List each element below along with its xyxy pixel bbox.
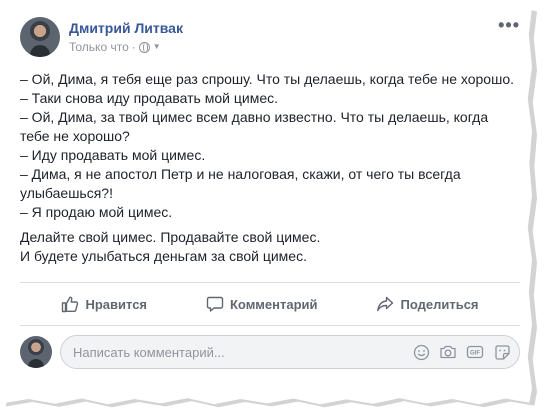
- meta-separator: ·: [131, 40, 136, 54]
- thumbs-up-icon: [62, 296, 79, 313]
- post-line: – Дима, я не апостол Петр и не налоговая…: [20, 166, 461, 201]
- gif-icon[interactable]: GIF: [466, 343, 484, 361]
- author-name[interactable]: Дмитрий Литвак: [69, 20, 183, 37]
- svg-text:GIF: GIF: [470, 351, 480, 357]
- share-icon: [377, 296, 394, 312]
- comment-button[interactable]: Комментарий: [206, 295, 318, 313]
- share-label: Поделиться: [400, 296, 479, 312]
- emoji-icon[interactable]: [412, 343, 430, 361]
- post-header: Дмитрий Литвак Только что · ▼ •••: [20, 14, 520, 60]
- post-card: Дмитрий Литвак Только что · ▼ ••• – Ой, …: [2, 2, 532, 405]
- like-label: Нравится: [85, 296, 148, 312]
- post-line: – Таки снова иду продавать мой цимес.: [20, 90, 278, 106]
- comment-composer: GIF: [20, 335, 520, 369]
- sticker-icon[interactable]: [493, 343, 511, 361]
- post-line: – Ой, Дима, за твой цимес всем давно изв…: [20, 109, 489, 144]
- comment-input[interactable]: [73, 344, 403, 360]
- caret-down-icon[interactable]: ▼: [153, 40, 161, 54]
- comment-label: Комментарий: [229, 296, 318, 312]
- post-time[interactable]: Только что: [69, 40, 129, 54]
- post-header-text: Дмитрий Литвак Только что · ▼: [69, 20, 183, 54]
- like-button[interactable]: Нравится: [61, 295, 147, 313]
- comment-icon: [206, 296, 224, 312]
- user-avatar[interactable]: [20, 336, 52, 368]
- facebook-post: Дмитрий Литвак Только что · ▼ ••• – Ой, …: [20, 14, 520, 369]
- post-line: – Я продаю мой цимес.: [20, 204, 173, 220]
- post-meta: Только что · ▼: [69, 40, 183, 54]
- post-closing-line: И будете улыбаться деньгам за свой цимес…: [20, 248, 307, 264]
- share-button[interactable]: Поделиться: [376, 295, 479, 313]
- more-options-icon[interactable]: •••: [498, 16, 520, 34]
- author-avatar[interactable]: [20, 17, 60, 57]
- post-actions: Нравится Комментарий Поделиться: [20, 283, 520, 325]
- comment-tools: GIF: [403, 343, 511, 361]
- post-closing-line: Делайте свой цимес. Продавайте свой циме…: [20, 229, 321, 245]
- globe-icon[interactable]: [138, 41, 150, 53]
- comment-box: GIF: [60, 335, 520, 369]
- post-line: – Ой, Дима, я тебя еще раз спрошу. Что т…: [20, 71, 514, 87]
- post-line: – Иду продавать мой цимес.: [20, 147, 206, 163]
- divider: [20, 325, 520, 326]
- camera-icon[interactable]: [439, 343, 457, 361]
- post-body: – Ой, Дима, я тебя еще раз спрошу. Что т…: [20, 70, 520, 266]
